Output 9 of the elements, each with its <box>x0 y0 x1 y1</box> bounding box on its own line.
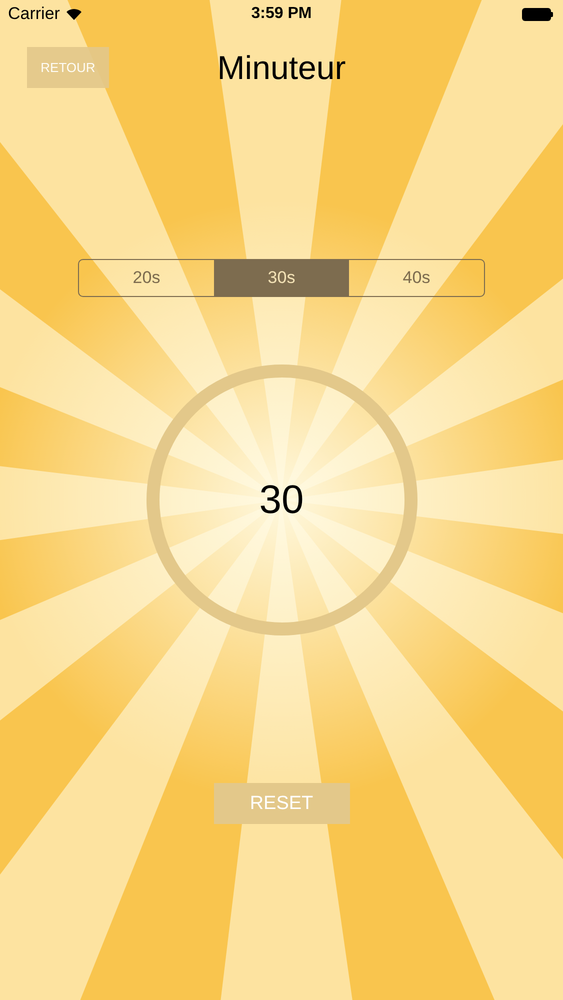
battery-icon <box>522 8 555 20</box>
page-title: Minuteur <box>217 49 346 87</box>
duration-segment[interactable]: 40s <box>349 260 484 296</box>
status-time: 3:59 PM <box>251 5 312 23</box>
duration-segment[interactable]: 20s <box>79 260 214 296</box>
countdown-value: 30 <box>259 478 304 522</box>
duration-segment[interactable]: 30s <box>214 260 349 296</box>
wifi-icon <box>66 8 82 20</box>
carrier-label: Carrier <box>8 4 60 24</box>
